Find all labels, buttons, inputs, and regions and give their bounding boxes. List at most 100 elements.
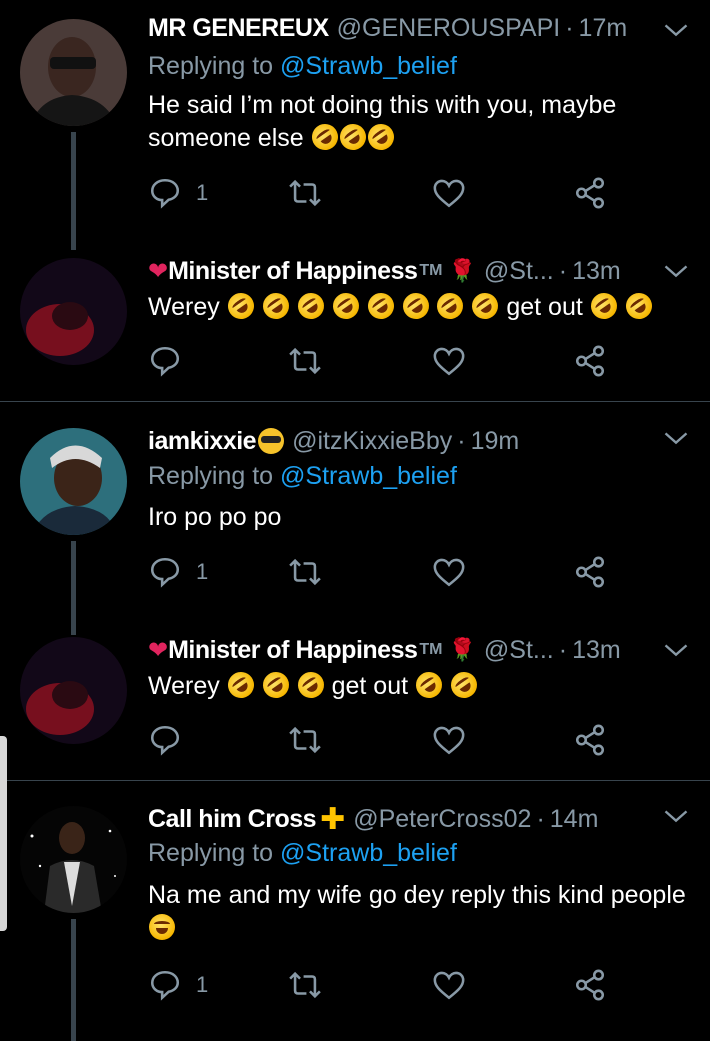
rofl-emoji-icon (362, 287, 399, 325)
separator-dot: · (536, 804, 545, 833)
tweet-minister-1[interactable]: ❤ Minister of Happiness TM 🌹 @St... · 13… (0, 255, 710, 400)
tweet-header: ❤ Minister of Happiness TM 🌹 @St... · 13… (148, 630, 621, 670)
tweet-generous[interactable]: MR GENEREUX @GENEROUSPAPI · 17m Replying… (0, 12, 710, 262)
rofl-emoji-icon (585, 287, 622, 325)
like-icon (433, 726, 465, 755)
rofl-emoji-icon (222, 287, 259, 325)
replying-to: Replying to @Strawb_belief (148, 462, 457, 491)
reply-button[interactable]: 1 (148, 965, 208, 1005)
tears-of-joy-emoji-icon (149, 914, 175, 940)
divider (0, 401, 710, 402)
user-handle[interactable]: @itzKixxieBby (292, 427, 452, 456)
share-button[interactable] (573, 173, 607, 213)
share-button[interactable] (573, 552, 607, 592)
heart-emoji-icon: ❤ (148, 636, 169, 664)
like-button[interactable] (432, 341, 466, 381)
rofl-emoji-icon (397, 287, 434, 325)
chevron-down-icon[interactable] (662, 424, 690, 452)
reply-button[interactable]: 1 (148, 173, 208, 213)
display-name[interactable]: Minister of Happiness (168, 257, 418, 286)
user-handle[interactable]: @St... (484, 636, 554, 665)
rofl-emoji-icon (432, 287, 469, 325)
tweet-header: MR GENEREUX @GENEROUSPAPI · 17m (148, 8, 627, 48)
display-name[interactable]: Call him Cross (148, 805, 317, 834)
like-button[interactable] (432, 720, 466, 760)
retweet-icon (289, 971, 321, 999)
trademark-mark: TM (419, 262, 443, 279)
share-button[interactable] (573, 965, 607, 1005)
timestamp[interactable]: 14m (550, 805, 599, 834)
mention-link[interactable]: @Strawb_belief (280, 52, 457, 80)
like-button[interactable] (432, 965, 466, 1005)
timestamp[interactable]: 13m (572, 636, 621, 665)
rose-emoji-icon: 🌹 (448, 637, 476, 662)
share-icon (575, 556, 605, 588)
reply-button[interactable]: 1 (148, 552, 208, 592)
replying-prefix: Replying to (148, 462, 274, 490)
tweet-cross[interactable]: Call him Cross ✚ @PeterCross02 · 14m Rep… (0, 803, 710, 1041)
avatar[interactable] (20, 806, 127, 913)
tweet-text-content: get out (331, 672, 409, 700)
tweet-header: iamkixxie @itzKixxieBby · 19m (148, 421, 519, 461)
retweet-button[interactable] (288, 552, 322, 592)
rofl-emoji-icon (362, 118, 399, 156)
tweet-actions: 1 (148, 173, 618, 213)
retweet-icon (289, 347, 321, 375)
avatar[interactable] (20, 637, 127, 744)
mention-link[interactable]: @Strawb_belief (280, 462, 457, 490)
like-icon (433, 179, 465, 208)
timestamp[interactable]: 13m (572, 257, 621, 286)
like-button[interactable] (432, 173, 466, 213)
user-handle[interactable]: @GENEROUSPAPI (337, 14, 561, 43)
replying-to: Replying to @Strawb_belief (148, 52, 457, 81)
separator-dot: · (558, 635, 568, 664)
user-handle[interactable]: @St... (484, 257, 554, 286)
chevron-down-icon[interactable] (662, 16, 690, 44)
timestamp[interactable]: 17m (579, 14, 628, 43)
retweet-button[interactable] (288, 720, 322, 760)
tweet-minister-2[interactable]: ❤ Minister of Happiness TM 🌹 @St... · 13… (0, 634, 710, 779)
thread-line (71, 132, 76, 250)
replying-to: Replying to @Strawb_belief (148, 839, 457, 868)
reply-icon (150, 557, 180, 588)
display-name[interactable]: MR GENEREUX (148, 14, 329, 43)
thread-line (71, 919, 76, 1041)
tweet-text-content: get out (506, 293, 583, 321)
reply-icon (150, 725, 180, 756)
tweet-actions (148, 341, 618, 381)
reply-button[interactable] (148, 720, 182, 760)
share-button[interactable] (573, 720, 607, 760)
avatar[interactable] (20, 19, 127, 126)
cross-emoji-icon: ✚ (320, 802, 346, 836)
tweet-text-content: Iro po po po (148, 503, 282, 531)
replying-prefix: Replying to (148, 839, 274, 867)
display-name[interactable]: Minister of Happiness (168, 636, 418, 665)
like-button[interactable] (432, 552, 466, 592)
chevron-down-icon[interactable] (662, 636, 690, 664)
edge-drag-handle[interactable] (0, 736, 7, 931)
rofl-emoji-icon (292, 666, 329, 704)
tweet-kixxie[interactable]: iamkixxie @itzKixxieBby · 19m Replying t… (0, 425, 710, 635)
reply-button[interactable] (148, 341, 182, 381)
mention-link[interactable]: @Strawb_belief (280, 839, 457, 867)
rofl-emoji-icon (445, 666, 483, 704)
display-name[interactable]: iamkixxie (148, 427, 257, 456)
timestamp[interactable]: 19m (471, 427, 520, 456)
avatar[interactable] (20, 258, 127, 365)
retweet-button[interactable] (288, 341, 322, 381)
tweet-header: ❤ Minister of Happiness TM 🌹 @St... · 13… (148, 251, 621, 291)
user-handle[interactable]: @PeterCross02 (353, 805, 531, 834)
chevron-down-icon[interactable] (662, 257, 690, 285)
retweet-button[interactable] (288, 965, 322, 1005)
share-icon (575, 345, 605, 377)
divider (0, 780, 710, 781)
rose-emoji-icon: 🌹 (448, 258, 476, 283)
like-icon (433, 971, 465, 1000)
retweet-button[interactable] (288, 173, 322, 213)
chevron-down-icon[interactable] (662, 802, 690, 830)
tweet-actions: 1 (148, 965, 618, 1005)
tweet-text: Iro po po po (148, 501, 688, 534)
avatar[interactable] (20, 428, 127, 535)
share-button[interactable] (573, 341, 607, 381)
retweet-icon (289, 179, 321, 207)
